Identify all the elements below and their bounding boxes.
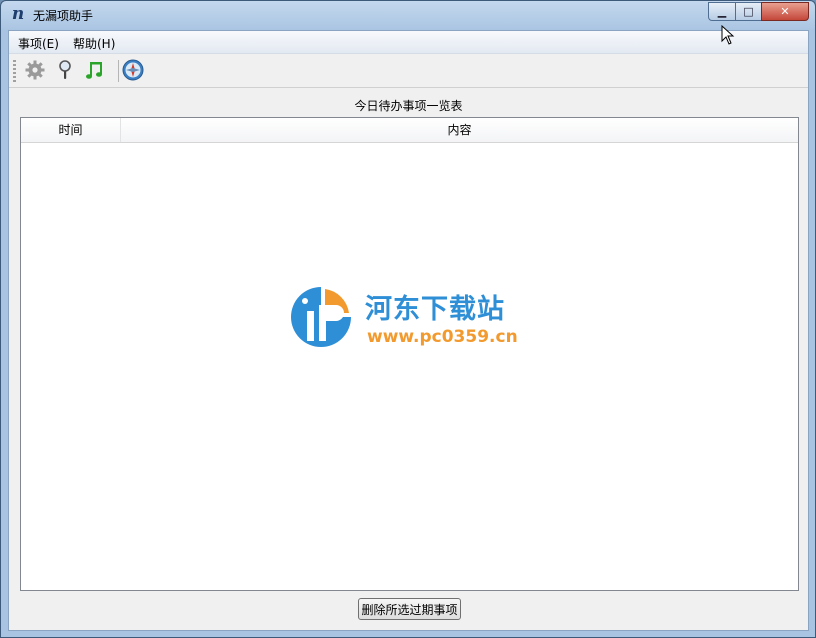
music-note-icon bbox=[86, 62, 102, 79]
window-title: 无漏项助手 bbox=[33, 9, 94, 23]
close-icon: ✕ bbox=[780, 5, 790, 18]
list-header: 时间 内容 bbox=[21, 118, 798, 143]
client-area: 事项(E) 帮助(H) 今日待办事项一览表 时间 内容 河东下载站 www.pc… bbox=[8, 30, 809, 631]
toolbar bbox=[9, 54, 808, 88]
column-header-content[interactable]: 内容 bbox=[121, 118, 798, 142]
watermark-url: www.pc0359.cn bbox=[367, 327, 518, 347]
sound-button[interactable] bbox=[83, 58, 107, 82]
menu-item-help[interactable]: 帮助(H) bbox=[71, 35, 117, 52]
close-button[interactable]: ✕ bbox=[761, 2, 809, 21]
maximize-button[interactable]: □ bbox=[735, 2, 762, 21]
minimize-button[interactable]: ▁ bbox=[708, 2, 736, 21]
gear-icon bbox=[25, 60, 45, 80]
maximize-icon: □ bbox=[743, 5, 754, 18]
browser-button[interactable] bbox=[121, 58, 145, 82]
todo-list[interactable]: 时间 内容 河东下载站 www.pc0359.cn bbox=[20, 117, 799, 591]
app-window: n 无漏项助手 ▁ □ ✕ 事项(E) 帮助(H) 今日待办事项一览表 时间 内… bbox=[0, 0, 816, 638]
search-button[interactable] bbox=[53, 58, 77, 82]
settings-button[interactable] bbox=[23, 58, 47, 82]
list-title: 今日待办事项一览表 bbox=[354, 99, 463, 113]
toolbar-grip[interactable] bbox=[13, 60, 16, 82]
column-header-time[interactable]: 时间 bbox=[21, 118, 121, 142]
title-bar[interactable]: n 无漏项助手 ▁ □ ✕ bbox=[1, 1, 815, 29]
compass-icon bbox=[122, 59, 144, 81]
toolbar-separator bbox=[118, 60, 119, 82]
magnifier-icon bbox=[59, 60, 71, 79]
watermark-name: 河东下载站 bbox=[365, 294, 505, 325]
menu-bar: 事项(E) 帮助(H) bbox=[9, 31, 808, 54]
watermark-logo-icon bbox=[291, 287, 351, 347]
menu-item-items[interactable]: 事项(E) bbox=[16, 35, 61, 52]
mouse-cursor-icon bbox=[721, 25, 735, 45]
watermark: 河东下载站 www.pc0359.cn bbox=[285, 281, 545, 361]
delete-expired-button[interactable]: 删除所选过期事项 bbox=[358, 598, 461, 620]
minimize-icon: ▁ bbox=[717, 5, 727, 18]
app-icon: n bbox=[11, 4, 25, 24]
